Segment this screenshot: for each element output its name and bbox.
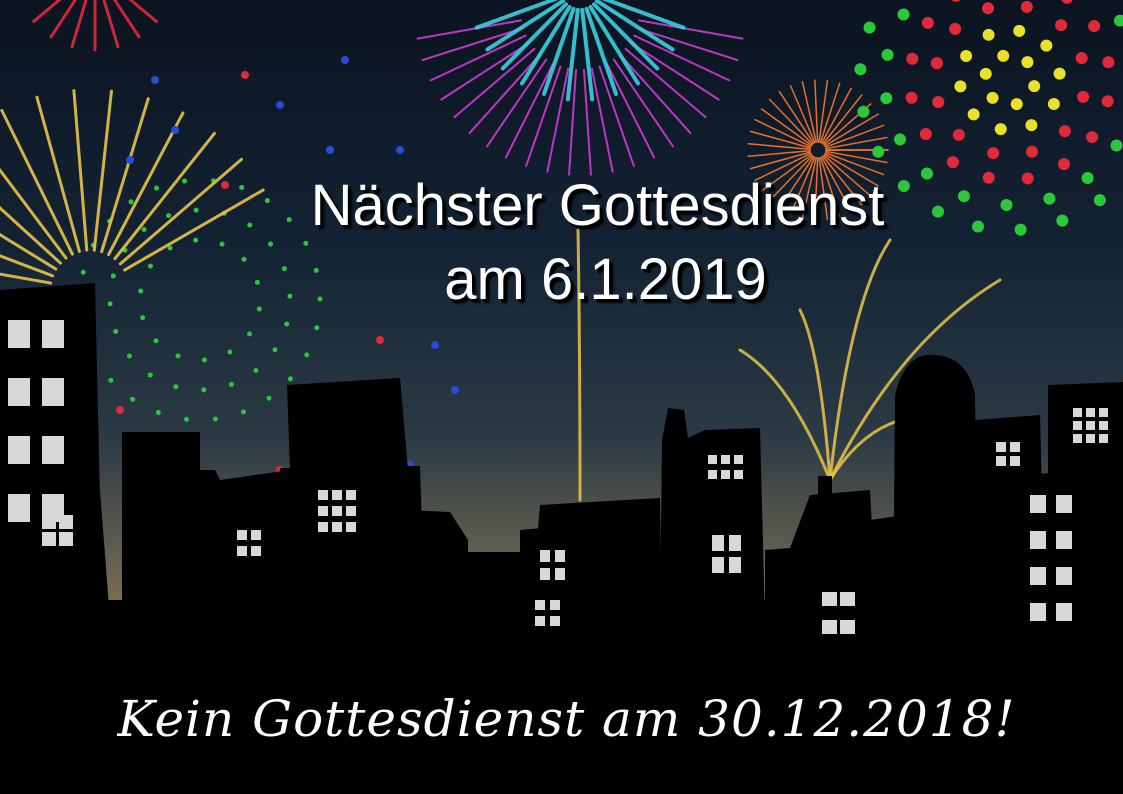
building-block-8 bbox=[765, 490, 878, 640]
building-block-2 bbox=[190, 470, 295, 620]
headline-date: am 6.1.2019 bbox=[444, 247, 767, 312]
building-tower-center-left bbox=[287, 378, 408, 470]
firework-cyan-top bbox=[474, 0, 686, 102]
headline-title: Nächster Gottesdienst bbox=[310, 173, 885, 238]
building-tower-center-right bbox=[660, 408, 765, 620]
firework-magenta-top bbox=[416, 19, 744, 176]
building-block-7 bbox=[520, 525, 578, 640]
building-block-3 bbox=[280, 466, 425, 620]
building-block-4 bbox=[405, 510, 468, 620]
fireworks-city-scene bbox=[0, 0, 1123, 794]
building-block-1 bbox=[122, 432, 200, 622]
building-dome bbox=[893, 354, 978, 620]
building-block-5 bbox=[468, 552, 523, 622]
cancellation-notice: Kein Gottesdienst am 30.12.2018! bbox=[117, 690, 1016, 748]
firework-red-topleft bbox=[32, 0, 158, 52]
firework-yellow-right bbox=[954, 24, 1066, 136]
fireworks-poster: Nächster Gottesdienst am 6.1.2019 Kein G… bbox=[0, 0, 1123, 794]
firework-red-right bbox=[905, 0, 1115, 185]
